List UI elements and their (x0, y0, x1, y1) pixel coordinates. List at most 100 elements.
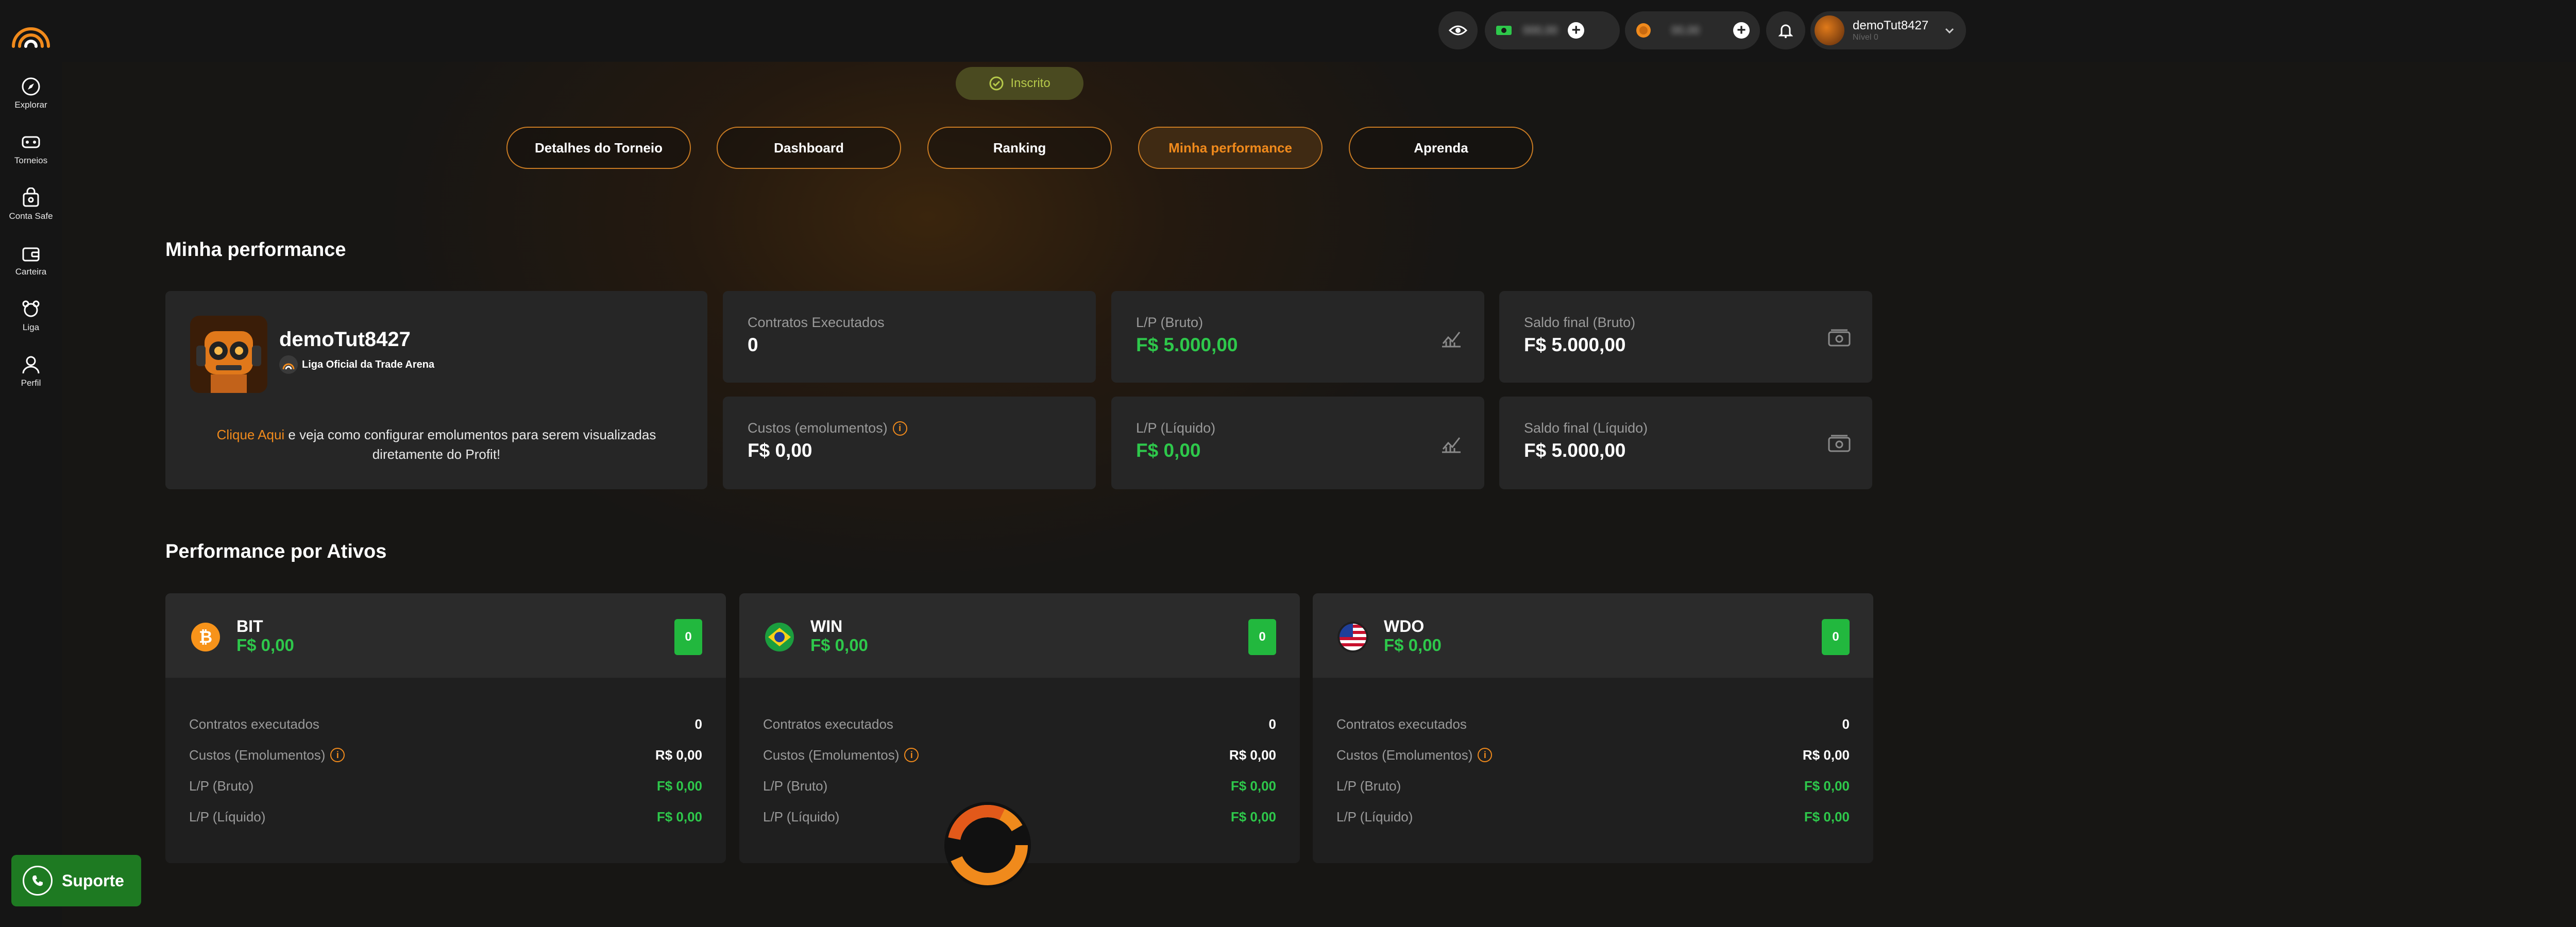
profile-avatar (190, 316, 267, 393)
row-label: Custos (Emolumentos) (1336, 747, 1473, 763)
info-icon[interactable]: i (1478, 748, 1493, 762)
row-value: R$ 0,00 (1229, 747, 1276, 763)
add-balance-button[interactable]: + (1568, 22, 1585, 39)
section-title-performance: Minha performance (165, 239, 346, 261)
stat-card-saldo-bruto: Saldo final (Bruto) F$ 5.000,00 (1499, 291, 1872, 383)
row-label-group: Custos (Emolumentos) i (189, 747, 345, 763)
row-value: 0 (1268, 716, 1276, 732)
asset-row: Contratos executados 0 (189, 714, 702, 734)
cash-icon (1828, 435, 1851, 452)
sidebar-item-conta-safe[interactable]: Conta Safe (0, 187, 62, 237)
cash-icon (1496, 26, 1512, 35)
info-icon[interactable]: i (904, 748, 919, 762)
row-value: F$ 0,00 (1804, 778, 1850, 794)
balance-pill-coins: 00,00 + (1625, 11, 1760, 49)
league-name: Liga Oficial da Trade Arena (302, 358, 435, 370)
row-label: L/P (Bruto) (189, 778, 254, 794)
tab-detalhes-do-torneio[interactable]: Detalhes do Torneio (506, 127, 691, 169)
profile-username: demoTut8427 (279, 328, 411, 351)
bell-icon (1778, 24, 1793, 38)
asset-row: Contratos executados 0 (763, 714, 1276, 734)
tab-minha-performance[interactable]: Minha performance (1138, 127, 1323, 169)
row-label: Contratos executados (189, 716, 319, 732)
row-value: R$ 0,00 (655, 747, 702, 763)
asset-card-bit: ₿ BIT F$ 0,00 0 Contratos executados 0 Cu… (165, 593, 726, 863)
user-menu[interactable]: demoTut8427 Nível 0 (1810, 11, 1966, 49)
asset-row: L/P (Bruto) F$ 0,00 (763, 776, 1276, 796)
header-username: demoTut8427 (1853, 19, 1929, 32)
tab-ranking[interactable]: Ranking (927, 127, 1112, 169)
svg-text:₿: ₿ (199, 628, 212, 646)
avatar (1815, 15, 1844, 45)
stat-label: Saldo final (Bruto) (1524, 315, 1636, 330)
stat-value: F$ 0,00 (1136, 440, 1201, 461)
asset-header: WIN F$ 0,00 0 (739, 593, 1300, 678)
check-circle-icon (989, 76, 1004, 91)
asset-header: ₿ BIT F$ 0,00 0 (165, 593, 726, 678)
balance-value: 000,00 (1523, 24, 1558, 37)
notifications-button[interactable] (1766, 11, 1805, 49)
stat-card-lp-liquido: L/P (Líquido) F$ 0,00 (1111, 397, 1484, 489)
profile-card: demoTut8427 Liga Oficial da Trade Arena … (165, 291, 707, 489)
asset-count-badge: 0 (1248, 619, 1276, 655)
profile-league: Liga Oficial da Trade Arena (279, 355, 434, 374)
chevron-down-icon (1945, 28, 1954, 34)
stat-value: 0 (748, 334, 758, 355)
add-coins-button[interactable]: + (1733, 22, 1750, 39)
brazil-flag-icon (765, 623, 794, 651)
asset-row: L/P (Bruto) F$ 0,00 (189, 776, 702, 796)
status-badge: Inscrito (956, 67, 1083, 100)
stat-card-contratos: Contratos Executados 0 (723, 291, 1096, 383)
balance-pill-cash: 000,00 + (1485, 11, 1620, 49)
row-value: F$ 0,00 (656, 778, 702, 794)
usa-flag-icon (1337, 622, 1368, 653)
toggle-visibility-button[interactable] (1438, 11, 1478, 49)
asset-row: Custos (Emolumentos) i R$ 0,00 (189, 745, 702, 765)
eye-icon (1449, 25, 1467, 36)
row-label: L/P (Líquido) (763, 809, 840, 825)
asset-row: Contratos executados 0 (1336, 714, 1850, 734)
stat-label-row: Custos (emolumentos) i (748, 420, 907, 436)
note-text-line2: diretamente do Profit! (372, 447, 501, 462)
asset-count-badge: 0 (674, 619, 702, 655)
sidebar-item-label: Liga (22, 322, 40, 332)
sidebar-item-liga[interactable]: Liga (0, 299, 62, 348)
tab-aprenda[interactable]: Aprenda (1349, 127, 1533, 169)
configure-link[interactable]: Clique Aqui (217, 427, 285, 442)
tab-dashboard[interactable]: Dashboard (717, 127, 901, 169)
stat-value: F$ 0,00 (748, 440, 812, 461)
info-icon[interactable]: i (330, 748, 345, 762)
sidebar-item-label: Conta Safe (9, 211, 53, 221)
asset-card-wdo: WDO F$ 0,00 0 Contratos executados 0 Cust… (1313, 593, 1873, 863)
safe-icon (23, 187, 39, 207)
sidebar-item-label: Carteira (15, 267, 47, 277)
sidebar-item-perfil[interactable]: Perfil (0, 354, 62, 404)
asset-value: F$ 0,00 (1384, 636, 1442, 655)
wallet-icon (22, 247, 40, 262)
status-text: Inscrito (1010, 76, 1050, 90)
row-label: Custos (Emolumentos) (763, 747, 900, 763)
asset-row: L/P (Bruto) F$ 0,00 (1336, 776, 1850, 796)
row-label: Contratos executados (763, 716, 893, 732)
page: Explorar Torneios Conta Safe Carteira Li… (0, 0, 2576, 927)
sidebar-item-carteira[interactable]: Carteira (0, 243, 62, 293)
row-label: L/P (Bruto) (763, 778, 828, 794)
sidebar-item-torneios[interactable]: Torneios (0, 132, 62, 181)
user-level: Nível 0 (1853, 33, 1878, 42)
trade-arena-logo[interactable] (9, 11, 53, 53)
support-button[interactable]: Suporte (11, 855, 141, 906)
stat-label: L/P (Líquido) (1136, 420, 1216, 436)
whatsapp-icon (23, 866, 53, 896)
sidebar-item-explorar[interactable]: Explorar (0, 76, 62, 126)
stat-value: F$ 5.000,00 (1136, 334, 1238, 355)
info-icon[interactable]: i (892, 421, 907, 436)
asset-value: F$ 0,00 (810, 636, 868, 655)
coin-value: 00,00 (1671, 24, 1700, 37)
asset-name: BIT (236, 617, 263, 636)
chart-icon (1442, 437, 1461, 453)
top-bar (62, 0, 2576, 62)
section-title-assets: Performance por Ativos (165, 541, 387, 562)
stat-value: F$ 5.000,00 (1524, 334, 1626, 355)
sidebar-item-label: Torneios (14, 156, 48, 165)
row-label: L/P (Bruto) (1336, 778, 1401, 794)
